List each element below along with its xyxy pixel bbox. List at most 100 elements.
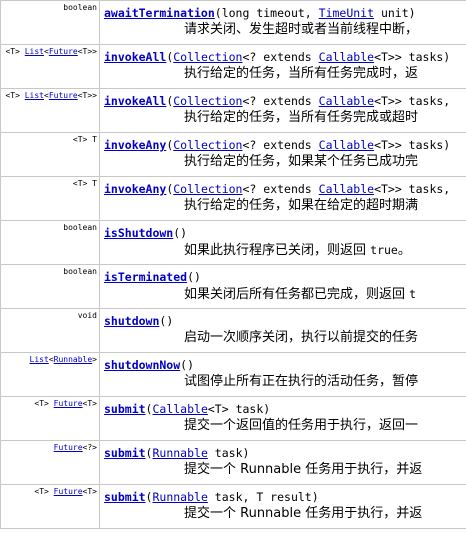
method-name-link[interactable]: submit (104, 490, 146, 504)
method-row: boolean awaitTermination(long timeout, Ti… (0, 0, 466, 45)
type-link[interactable]: Future (54, 487, 83, 496)
type-link[interactable]: Collection (173, 182, 242, 196)
method-description: 执行给定的任务，如果在给定的超时期满 (104, 197, 466, 215)
method-signature-cell: invokeAny(Collection<? extends Callable<… (99, 176, 466, 221)
text-fragment: <? extends (242, 138, 319, 152)
text-fragment: () (187, 270, 201, 284)
method-description: 提交一个返回值的任务用于执行，返回一 (104, 417, 466, 435)
modifier-and-type: <T> T (0, 176, 100, 221)
type-link[interactable]: Runnable (152, 490, 207, 504)
method-name-link[interactable]: invokeAll (104, 94, 166, 108)
method-name-link[interactable]: submit (104, 446, 146, 460)
type-link[interactable]: Callable (319, 94, 374, 108)
method-signature: shutdown() (104, 313, 466, 329)
type-link[interactable]: Callable (319, 138, 374, 152)
text-fragment: boolean (63, 223, 97, 232)
type-link[interactable]: Collection (173, 50, 242, 64)
method-name-link[interactable]: invokeAny (104, 182, 166, 196)
text-fragment: boolean (63, 3, 97, 12)
text-fragment: <T> (5, 91, 25, 100)
method-description: 提交一个 Runnable 任务用于执行，并返 (104, 461, 466, 479)
text-fragment: <? extends (242, 50, 319, 64)
method-description: 提交一个 Runnable 任务用于执行，并返 (104, 505, 466, 523)
method-row: <T> T invokeAny(Collection<? extends Call… (0, 176, 466, 221)
method-name-link[interactable]: submit (104, 402, 146, 416)
text-fragment: <T>> (77, 91, 97, 100)
type-link[interactable]: Collection (173, 94, 242, 108)
method-signature: isTerminated() (104, 269, 466, 285)
text-fragment: 提交一个 Runnable 任务用于执行，并返 (184, 506, 423, 521)
method-signature-cell: submit(Callable<T> task) 提交一个返回值的任务用于执行，返… (99, 396, 466, 441)
method-name-link[interactable]: isShutdown (104, 226, 173, 240)
type-link[interactable]: Runnable (152, 446, 207, 460)
text-fragment: 启动一次顺序关闭，执行以前提交的任务 (184, 330, 419, 345)
type-link[interactable]: List (30, 355, 49, 364)
text-fragment: <T> (5, 47, 25, 56)
method-rows: boolean awaitTermination(long timeout, Ti… (0, 0, 466, 529)
text-fragment: <? extends (242, 182, 319, 196)
method-signature: invokeAny(Collection<? extends Callable<… (104, 181, 466, 197)
text-fragment: task, T result) (207, 490, 319, 504)
method-description: 如果此执行程序已关闭，则返回 true。 (104, 241, 466, 260)
method-signature: invokeAny(Collection<? extends Callable<… (104, 137, 466, 153)
modifier-and-type: <T> T (0, 132, 100, 177)
method-name-link[interactable]: isTerminated (104, 270, 187, 284)
method-signature: shutdownNow() (104, 357, 466, 373)
method-summary-table: boolean awaitTermination(long timeout, Ti… (0, 0, 466, 529)
type-link[interactable]: TimeUnit (319, 6, 374, 20)
type-link[interactable]: Future (49, 47, 78, 56)
type-link[interactable]: List (25, 47, 44, 56)
text-fragment: <?> (82, 443, 97, 452)
method-signature-cell: submit(Runnable task) 提交一个 Runnable 任务用于执… (99, 440, 466, 485)
method-signature-cell: invokeAll(Collection<? extends Callable<… (99, 88, 466, 133)
type-link[interactable]: Future (54, 399, 83, 408)
text-fragment: 试图停止所有正在执行的活动任务，暂停 (184, 374, 419, 389)
method-description: 执行给定的任务，如果某个任务已成功完 (104, 153, 466, 171)
method-description: 启动一次顺序关闭，执行以前提交的任务 (104, 329, 466, 347)
type-link[interactable]: Runnable (54, 355, 93, 364)
method-name-link[interactable]: invokeAll (104, 50, 166, 64)
method-signature: submit(Runnable task) (104, 445, 466, 461)
method-signature: submit(Runnable task, T result) (104, 489, 466, 505)
type-link[interactable]: Callable (319, 50, 374, 64)
method-signature-cell: isShutdown() 如果此执行程序已关闭，则返回 true。 (99, 220, 466, 265)
type-link[interactable]: Callable (152, 402, 207, 416)
type-link[interactable]: Future (54, 443, 83, 452)
method-signature-cell: invokeAny(Collection<? extends Callable<… (99, 132, 466, 177)
text-fragment: <T>> tasks) (374, 50, 451, 64)
text-fragment: <T>> tasks) (374, 138, 451, 152)
method-description: 执行给定的任务，当所有任务完成或超时 (104, 109, 466, 127)
text-fragment: unit) (374, 6, 416, 20)
method-description: 执行给定的任务，当所有任务完成时，返 (104, 65, 466, 83)
text-fragment: () (173, 226, 188, 240)
method-description: 请求关闭、发生超时或者当前线程中断， (104, 21, 466, 39)
code-literal: true (370, 243, 398, 257)
text-fragment: <T> T (72, 135, 97, 144)
modifier-and-type: <T> Future<T> (0, 484, 100, 529)
method-name-link[interactable]: invokeAny (104, 138, 166, 152)
method-name-link[interactable]: shutdown (104, 314, 159, 328)
type-link[interactable]: Future (49, 91, 78, 100)
text-fragment: <T>> tasks, (374, 94, 451, 108)
method-row: void shutdown() 启动一次顺序关闭，执行以前提交的任务 (0, 308, 466, 353)
method-row: <T> List<Future<T>> invokeAll(Collection<… (0, 88, 466, 133)
method-signature-cell: shutdown() 启动一次顺序关闭，执行以前提交的任务 (99, 308, 466, 353)
method-name-link[interactable]: awaitTermination (104, 6, 215, 20)
modifier-and-type: boolean (0, 0, 100, 45)
type-link[interactable]: Callable (319, 182, 374, 196)
text-fragment: boolean (63, 267, 97, 276)
type-link[interactable]: List (25, 91, 44, 100)
text-fragment: 执行给定的任务，如果某个任务已成功完 (184, 154, 419, 169)
method-signature-cell: isTerminated() 如果关闭后所有任务都已完成，则返回 t (99, 264, 466, 309)
method-signature-cell: submit(Runnable task, T result) 提交一个 Runn… (99, 484, 466, 529)
text-fragment: <T> (34, 399, 54, 408)
method-row: List<Runnable> shutdownNow() 试图停止所有正在执行的活动… (0, 352, 466, 397)
text-fragment: (long timeout, (214, 6, 319, 20)
type-link[interactable]: Collection (173, 138, 242, 152)
text-fragment: 执行给定的任务，当所有任务完成时，返 (184, 66, 419, 81)
method-row: <T> List<Future<T>> invokeAll(Collection<… (0, 44, 466, 89)
modifier-and-type: List<Runnable> (0, 352, 100, 397)
text-fragment: <T>> tasks, (374, 182, 451, 196)
method-name-link[interactable]: shutdownNow (104, 358, 180, 372)
text-fragment: <? extends (242, 94, 319, 108)
